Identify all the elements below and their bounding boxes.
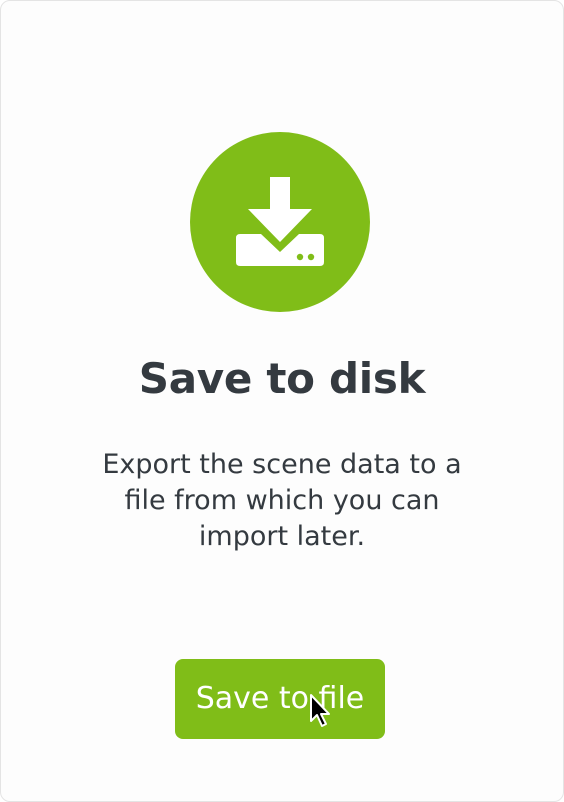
save-to-file-button[interactable]: Save to file [175, 659, 385, 739]
dialog-title: Save to disk [138, 354, 426, 403]
dialog-description: Export the scene data to a file from whi… [102, 449, 462, 552]
save-to-disk-card: Save to disk Export the scene data to a … [0, 0, 564, 802]
mouse-pointer-icon [310, 694, 330, 727]
save-to-disk-icon [190, 132, 370, 312]
